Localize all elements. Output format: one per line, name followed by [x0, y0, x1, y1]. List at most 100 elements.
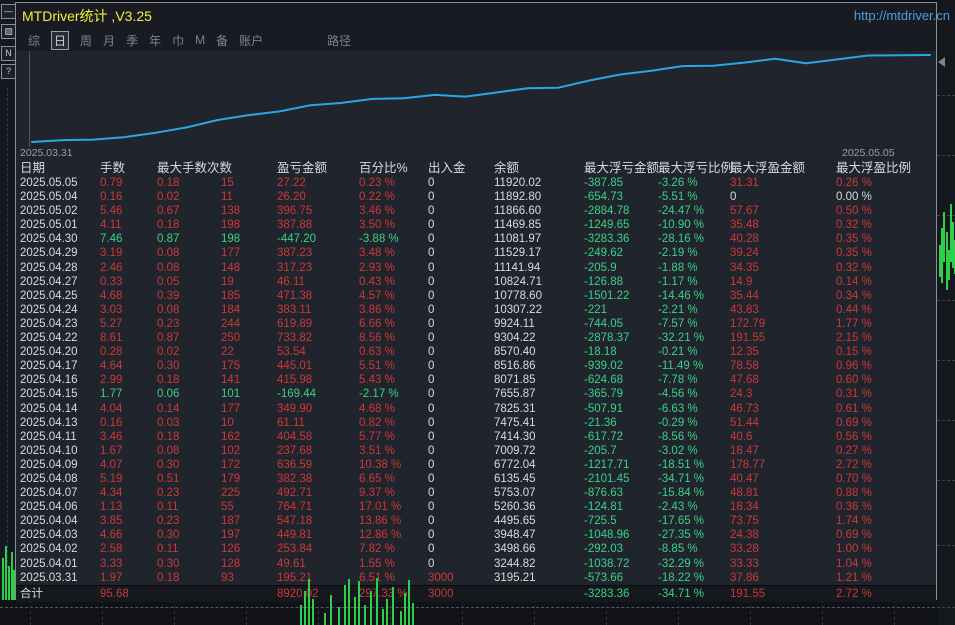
- table-cell: 0.35 %: [836, 233, 872, 246]
- table-cell: 0.15 %: [836, 346, 872, 359]
- table-cell: 12.86 %: [359, 529, 402, 542]
- menu-item-1[interactable]: 综: [28, 32, 40, 49]
- background-chart-bottom: [0, 600, 955, 625]
- window-titlebar[interactable]: MTDriver统计 ,V3.25 http://mtdriver.cn: [16, 3, 950, 29]
- menu-item-9[interactable]: 备: [216, 32, 228, 49]
- grid-dash-vertical: [7, 88, 8, 568]
- table-cell: 733.82: [277, 332, 313, 345]
- table-cell: 0.30: [157, 360, 180, 373]
- table-cell: 184: [221, 303, 241, 316]
- column-header: [221, 161, 277, 176]
- column-header: 百分比%: [359, 161, 408, 175]
- table-cell: 1.21 %: [836, 571, 872, 584]
- table-row: 2025.04.27 0.33 0.05 19 46.11 0.43 % 0 10824.71…: [16, 275, 936, 289]
- menu-item-3[interactable]: 周: [80, 32, 92, 49]
- table-row: 2025.04.01 3.33 0.30 128 49.61 1.55 % 0 3244.82…: [16, 557, 936, 571]
- menu-item-2[interactable]: 日: [51, 30, 70, 50]
- table-cell: 198: [221, 219, 241, 232]
- table-cell: 2025.04.03: [20, 529, 78, 542]
- table-cell: 177: [221, 247, 241, 260]
- table-cell: 15: [221, 177, 234, 189]
- table-cell: 0: [428, 219, 435, 232]
- table-cell: 0.23: [157, 317, 180, 330]
- table-cell: 0.87: [157, 332, 180, 345]
- background-left-toolbar: — ▨ N?: [0, 0, 16, 600]
- table-cell: 0.69 %: [836, 529, 872, 542]
- table-cell: 317.23: [277, 261, 313, 274]
- table-cell: -2.43 %: [658, 501, 698, 514]
- table-cell: 3.51 %: [359, 444, 395, 457]
- table-row: 2025.04.07 4.34 0.23 225 492.71 9.37 % 0 5753.0…: [16, 486, 936, 500]
- table-cell: 2025.04.09: [20, 458, 78, 471]
- table-cell: 404.58: [277, 430, 313, 443]
- minimize-icon[interactable]: —: [1, 4, 16, 19]
- wave-icon[interactable]: N: [1, 46, 16, 61]
- table-cell: 11892.80: [494, 191, 542, 204]
- stats-table: 日期 手数 最大手数次数 盈亏金额 百分比% 出入金 余额 最大浮亏金额 最大浮亏比例 最大浮盈金…: [16, 161, 936, 602]
- table-cell: 0.50 %: [836, 205, 872, 218]
- table-cell: 3195.21: [494, 571, 536, 584]
- table-cell: -1217.71: [584, 458, 630, 471]
- table-cell: 4.07: [100, 458, 123, 471]
- table-cell: 0: [428, 205, 435, 218]
- table-cell: 6.51 %: [359, 571, 395, 584]
- menu-item-5[interactable]: 季: [126, 32, 138, 49]
- table-cell: 0: [428, 303, 435, 316]
- table-cell: 2025.04.01: [20, 557, 78, 570]
- table-cell: 3.48 %: [359, 247, 395, 260]
- table-cell: 138: [221, 205, 241, 218]
- table-cell: 40.28: [730, 233, 759, 246]
- table-cell: 148: [221, 261, 241, 274]
- table-cell: 0.11: [157, 543, 179, 556]
- table-cell: -0.21 %: [658, 346, 698, 359]
- column-header: 出入金: [428, 161, 466, 175]
- background-price-scale: [937, 0, 955, 625]
- table-cell: -1501.22: [584, 289, 630, 302]
- column-header: 手数: [100, 161, 126, 175]
- help-icon[interactable]: ?: [1, 64, 16, 79]
- table-cell: 0: [428, 416, 435, 429]
- table-cell: 297.33 %: [359, 587, 408, 600]
- table-cell: 0.79: [100, 177, 123, 189]
- table-cell: -0.29 %: [658, 416, 698, 429]
- table-cell: -5.51 %: [658, 191, 698, 204]
- table-cell: 0.36 %: [836, 501, 872, 514]
- table-cell: 4.34: [100, 487, 123, 500]
- table-cell: 2025.04.15: [20, 388, 78, 401]
- table-cell: 6.66 %: [359, 317, 395, 330]
- menu-item-6[interactable]: 年: [149, 32, 161, 49]
- table-cell: -2.19 %: [658, 247, 698, 260]
- column-header: 余额: [494, 161, 520, 175]
- table-cell: 3000: [428, 571, 454, 584]
- menu-item-4[interactable]: 月: [103, 32, 115, 49]
- table-cell: 387.88: [277, 219, 313, 232]
- table-cell: -205.9: [584, 261, 617, 274]
- table-cell: 22: [221, 346, 234, 359]
- table-cell: 0.35 %: [836, 247, 872, 260]
- table-cell: 0.00 %: [836, 191, 872, 204]
- draw-icon[interactable]: ▨: [1, 24, 16, 39]
- website-link[interactable]: http://mtdriver.cn: [854, 3, 950, 29]
- table-cell: -1.88 %: [658, 261, 698, 274]
- table-row: 2025.04.22 8.61 0.87 250 733.82 8.56 % 0 9304.2…: [16, 331, 936, 345]
- table-cell: -24.47 %: [658, 205, 705, 218]
- table-cell: 101: [221, 388, 241, 401]
- equity-chart: [16, 51, 936, 147]
- table-cell: -28.16 %: [658, 233, 705, 246]
- table-cell: -7.57 %: [658, 317, 698, 330]
- table-row: 2025.04.04 3.85 0.23 187 547.18 13.86 % 0 4495.…: [16, 514, 936, 528]
- menu-item-7[interactable]: 巾: [172, 32, 184, 49]
- table-cell: 35.44: [730, 289, 759, 302]
- table-cell: 0.23 %: [359, 177, 395, 189]
- menu-item-8[interactable]: M: [195, 33, 205, 47]
- menu-item-10[interactable]: 账户: [239, 32, 263, 49]
- table-row: 2025.04.02 2.58 0.11 126 253.84 7.82 % 0 3498.6…: [16, 542, 936, 556]
- table-cell: 197: [221, 529, 241, 542]
- table-cell: 128: [221, 557, 241, 570]
- menu-item-11[interactable]: 路径: [327, 32, 351, 49]
- table-cell: 2025.04.24: [20, 303, 78, 316]
- table-cell: 49.61: [277, 557, 306, 570]
- table-header-row: 日期 手数 最大手数次数 盈亏金额 百分比% 出入金 余额 最大浮亏金额 最大浮亏比例 最大浮盈金…: [16, 161, 936, 176]
- table-row: 2025.05.02 5.46 0.67 138 396.75 3.46 % 0 11866.…: [16, 204, 936, 218]
- column-header: 最大浮盈金额: [730, 161, 806, 175]
